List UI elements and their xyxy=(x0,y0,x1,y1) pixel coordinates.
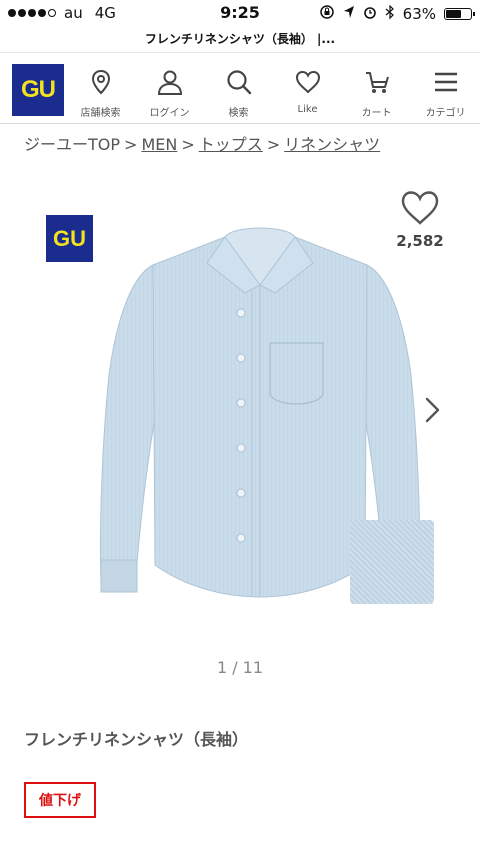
nav-store-search[interactable]: 店舗検索 xyxy=(66,53,135,123)
image-pager: 1 / 11 xyxy=(216,658,264,677)
nav-like[interactable]: Like xyxy=(273,53,342,123)
bluetooth-icon xyxy=(385,4,395,24)
header-nav: 店舗検索 ログイン 検索 Like カート カテゴリ xyxy=(66,53,480,123)
menu-icon xyxy=(432,68,460,100)
product-name: フレンチリネンシャツ（長袖） xyxy=(24,730,249,749)
page-title-bar[interactable]: フレンチリネンシャツ（長袖） |... xyxy=(0,26,480,53)
brand-badge: GU xyxy=(46,215,93,262)
fabric-swatch[interactable] xyxy=(350,520,434,604)
location-pin-icon xyxy=(87,68,115,100)
nav-category[interactable]: カテゴリ xyxy=(411,53,480,123)
nav-label: 店舗検索 xyxy=(80,108,121,119)
nav-search[interactable]: 検索 xyxy=(204,53,273,123)
nav-label: カテゴリ xyxy=(425,108,466,119)
breadcrumb-separator: > xyxy=(181,135,195,154)
battery-percent: 63% xyxy=(402,5,436,23)
nav-label: カート xyxy=(361,108,392,119)
breadcrumb-item-tops[interactable]: トップス xyxy=(199,135,263,154)
status-bar: au 4G 9:25 63% xyxy=(0,0,480,26)
breadcrumb-item-linen-shirt[interactable]: リネンシャツ xyxy=(284,135,380,154)
next-image-button[interactable] xyxy=(420,395,444,425)
nav-label: ログイン xyxy=(149,108,190,119)
search-icon xyxy=(225,68,253,100)
nav-label: Like xyxy=(297,104,318,115)
status-right: 63% xyxy=(319,4,475,24)
cart-icon xyxy=(363,68,391,100)
breadcrumb-item-top[interactable]: ジーユーTOP xyxy=(24,135,120,154)
nav-label: 検索 xyxy=(228,108,249,119)
user-icon xyxy=(156,68,184,100)
heart-icon xyxy=(294,68,322,100)
location-arrow-icon xyxy=(343,5,355,23)
breadcrumb-separator: > xyxy=(124,135,138,154)
site-header: GU 店舗検索 ログイン 検索 Like カート カテゴリ xyxy=(0,53,480,124)
alarm-icon xyxy=(363,5,377,23)
breadcrumb-item-men[interactable]: MEN xyxy=(141,135,177,154)
breadcrumb: ジーユーTOP > MEN > トップス > リネンシャツ xyxy=(24,131,380,155)
nav-login[interactable]: ログイン xyxy=(135,53,204,123)
price-drop-badge: 値下げ xyxy=(24,782,96,818)
rotation-lock-icon xyxy=(319,4,335,24)
gu-logo[interactable]: GU xyxy=(12,64,64,116)
nav-cart[interactable]: カート xyxy=(342,53,411,123)
chevron-right-icon xyxy=(420,397,444,429)
battery-icon xyxy=(444,8,475,20)
breadcrumb-separator: > xyxy=(266,135,281,154)
